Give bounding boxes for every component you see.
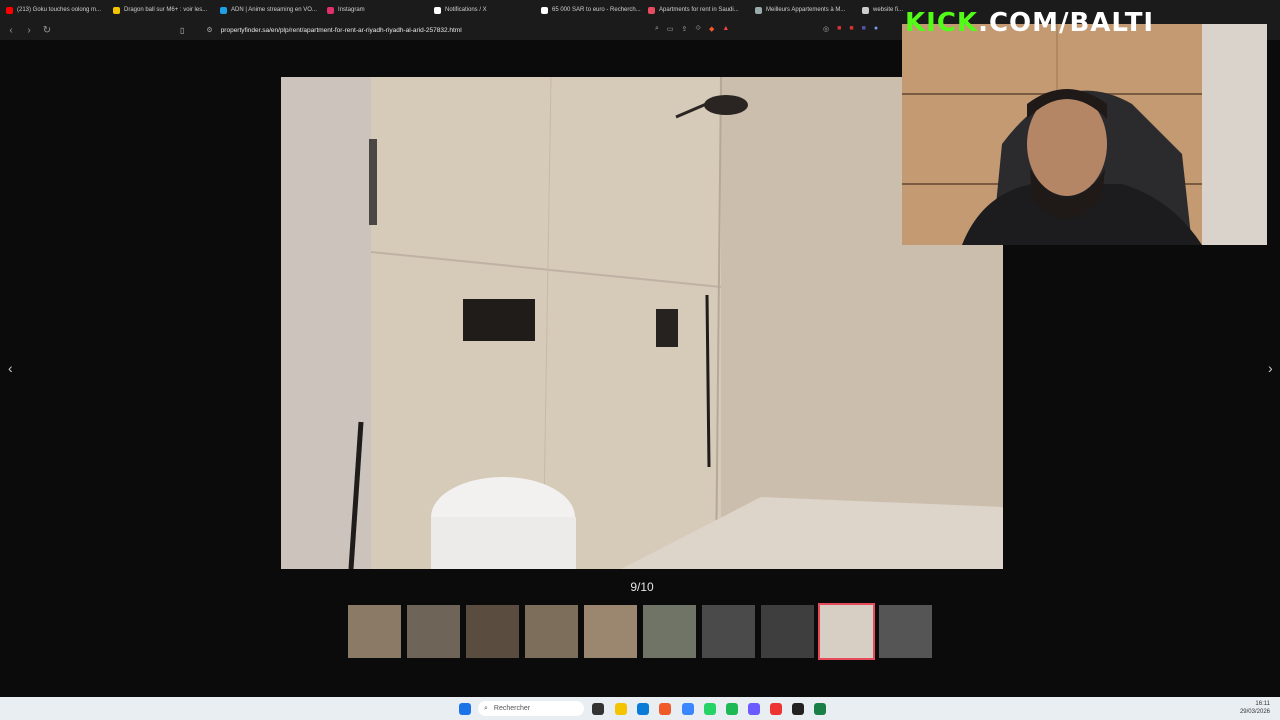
screenshot-icon[interactable]: ▭ <box>667 25 674 33</box>
star-icon <box>113 6 120 14</box>
browser-tab[interactable]: Apartments for rent in Saudi... <box>642 0 749 20</box>
task-view-icon[interactable] <box>592 703 604 715</box>
instagram-icon <box>327 6 334 14</box>
gallery-thumbnail[interactable] <box>761 605 814 658</box>
adn-icon <box>220 6 227 14</box>
translate-icon[interactable]: ⟐ <box>695 25 701 33</box>
chrome-icon[interactable] <box>682 703 694 715</box>
extension-icon[interactable]: ● <box>874 25 878 33</box>
propertyfinder-icon <box>648 6 655 14</box>
gallery-thumbnail[interactable] <box>879 605 932 658</box>
next-photo-button[interactable]: › <box>1268 360 1273 376</box>
google-icon <box>541 6 548 14</box>
taskbar-search[interactable]: ⌕ Rechercher <box>478 701 584 716</box>
extension-icon[interactable]: ■ <box>862 25 866 33</box>
webcam-overlay <box>902 24 1267 245</box>
browser-tab[interactable]: Instagram <box>321 0 428 20</box>
gallery-thumbnail[interactable] <box>525 605 578 658</box>
alert-icon[interactable]: ▲ <box>722 25 729 33</box>
reload-icon[interactable]: ↻ <box>40 25 54 36</box>
gallery-thumbnail[interactable] <box>584 605 637 658</box>
clock-date: 29/03/2026 <box>1239 709 1270 715</box>
brave-icon[interactable] <box>659 703 671 715</box>
tab-label: (213) Goku touches oolong m... <box>17 7 102 13</box>
browser-tab[interactable]: Dragon ball sur M6+ : voir les... <box>107 0 214 20</box>
tab-label: Apartments for rent in Saudi... <box>659 7 739 13</box>
extension-icon[interactable]: ◎ <box>823 25 829 33</box>
store-icon[interactable] <box>637 703 649 715</box>
whatsapp-icon[interactable] <box>704 703 716 715</box>
x-icon <box>434 6 441 14</box>
back-icon[interactable]: ‹ <box>4 25 18 36</box>
url-text: propertyfinder.sa/en/plp/rent/apartment-… <box>220 26 462 34</box>
clock-time: 16:11 <box>1255 701 1270 707</box>
brave-shield-icon[interactable]: ◆ <box>709 25 714 33</box>
windows-start-icon[interactable] <box>459 703 471 715</box>
tab-label: 65 000 SAR to euro - Recherch... <box>552 7 641 13</box>
forward-icon[interactable]: › <box>22 25 36 36</box>
browser-tab[interactable]: Meilleurs Appartements à M... <box>749 0 856 20</box>
site-info-icon[interactable]: ⚙ <box>206 26 212 34</box>
search-icon: ⌕ <box>484 704 488 712</box>
youtube-icon <box>6 6 13 14</box>
notion-icon[interactable] <box>792 703 804 715</box>
gallery-thumbnail[interactable] <box>407 605 460 658</box>
tab-label: Instagram <box>338 7 365 13</box>
tab-label: ADN | Anime streaming en VO... <box>231 7 317 13</box>
prev-photo-button[interactable]: ‹ <box>8 360 13 376</box>
gallery-thumbnail[interactable] <box>643 605 696 658</box>
bathroom-photo <box>281 77 1003 569</box>
discord-icon[interactable] <box>748 703 760 715</box>
globe-icon <box>862 6 869 14</box>
browser-tab[interactable]: 65 000 SAR to euro - Recherch... <box>535 0 642 20</box>
browser-tab[interactable]: Notifications / X <box>428 0 535 20</box>
file-explorer-icon[interactable] <box>615 703 627 715</box>
excel-icon[interactable] <box>814 703 826 715</box>
bookmark-icon[interactable]: ▯ <box>180 26 184 35</box>
tab-label: website fi... <box>873 7 904 13</box>
browser-tab[interactable]: ADN | Anime streaming en VO... <box>214 0 321 20</box>
taskbar-clock[interactable]: 16:11 29/03/2026 <box>1240 700 1270 716</box>
spotify-icon[interactable] <box>726 703 738 715</box>
thumbnail-strip <box>348 603 932 660</box>
airbnb-icon <box>755 6 762 14</box>
zoom-icon[interactable]: ⌕ <box>655 25 659 33</box>
browser-tab[interactable]: (213) Goku touches oolong m... <box>0 0 107 20</box>
extension-icon[interactable]: ■ <box>837 25 841 33</box>
gallery-thumbnail[interactable] <box>818 603 875 660</box>
share-icon[interactable]: ⇪ <box>682 25 688 33</box>
gallery-main-photo[interactable] <box>281 77 1003 569</box>
streamer-webcam <box>902 24 1267 245</box>
gallery-thumbnail[interactable] <box>702 605 755 658</box>
address-actions: ⌕ ▭ ⇪ ⟐ ◆ ▲ <box>655 25 729 33</box>
app-icon[interactable] <box>770 703 782 715</box>
extension-icon[interactable]: ■ <box>849 25 853 33</box>
kick-channel-logo: KICK.COM/BALTI <box>905 8 1155 38</box>
search-placeholder: Rechercher <box>493 705 531 712</box>
photo-counter: 9/10 <box>630 580 654 594</box>
tab-label: Dragon ball sur M6+ : voir les... <box>124 7 208 13</box>
gallery-thumbnail[interactable] <box>348 605 401 658</box>
extension-icons: ◎ ■ ■ ■ ● <box>823 25 878 33</box>
tab-label: Meilleurs Appartements à M... <box>766 7 846 13</box>
gallery-thumbnail[interactable] <box>466 605 519 658</box>
tab-label: Notifications / X <box>445 7 487 13</box>
